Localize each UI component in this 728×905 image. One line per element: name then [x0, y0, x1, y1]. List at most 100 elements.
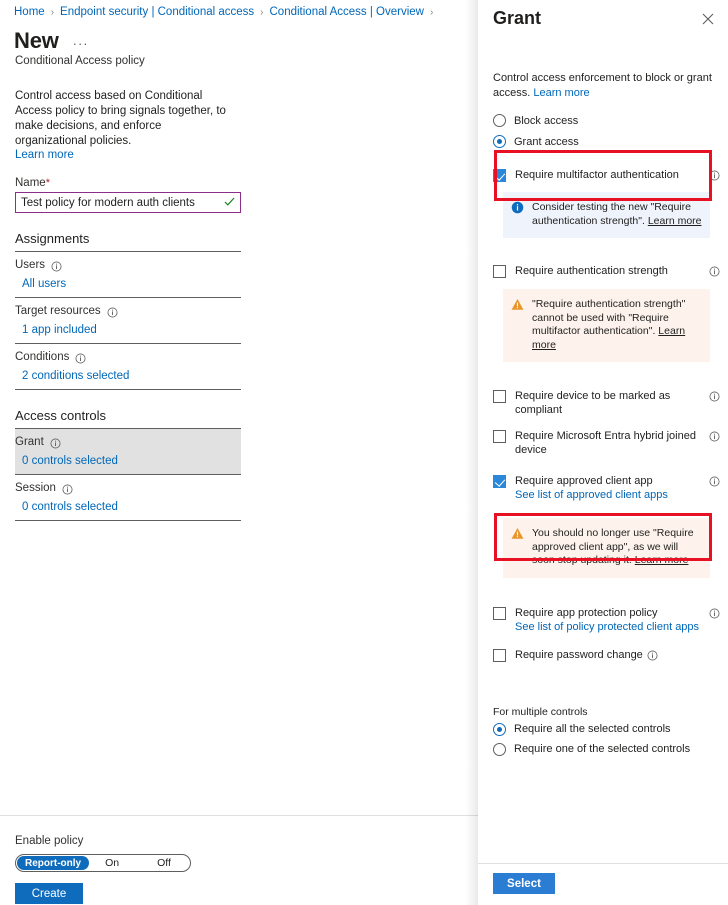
radio-label-block-access: Block access [514, 114, 579, 127]
row-value-target-resources[interactable]: 1 app included [15, 317, 241, 336]
info-circle-icon [511, 201, 524, 214]
warning-triangle-icon [511, 299, 524, 310]
info-icon[interactable] [709, 431, 720, 442]
control-require-multifactor-authentication[interactable]: Require multifactor authentication [478, 168, 728, 182]
row-label-conditions: Conditions [15, 351, 241, 363]
control-require-password-change[interactable]: Require password change [478, 648, 728, 662]
control-label-text: Require app protection policy [515, 606, 658, 619]
multiple-controls-label: For multiple controls [493, 705, 588, 718]
checkbox-indicator-checked[interactable] [493, 475, 506, 488]
grant-description-learn-more-link[interactable]: Learn more [533, 87, 589, 99]
info-icon[interactable] [50, 438, 61, 449]
breadcrumb: Home › Endpoint security | Conditional a… [0, 0, 478, 18]
link-see-policy-protected-client-apps[interactable]: See list of policy protected client apps [515, 620, 705, 634]
app-root: Home › Endpoint security | Conditional a… [0, 0, 728, 905]
row-value-conditions[interactable]: 2 conditions selected [15, 363, 241, 382]
warning-message-text: "Require authentication strength" cannot… [532, 298, 702, 352]
grant-blade-panel: Grant Control access enforcement to bloc… [478, 0, 728, 905]
row-label-text: Session [15, 482, 56, 494]
assignment-row-target-resources[interactable]: Target resources 1 app included [15, 298, 241, 344]
info-icon[interactable] [709, 266, 720, 277]
link-see-approved-client-apps[interactable]: See list of approved client apps [515, 488, 705, 502]
row-label-target-resources: Target resources [15, 305, 241, 317]
control-require-entra-hybrid-joined-device[interactable]: Require Microsoft Entra hybrid joined de… [478, 429, 728, 457]
checkbox-indicator-checked[interactable] [493, 169, 506, 182]
info-message-learn-more-link[interactable]: Learn more [648, 215, 702, 227]
warning-message-learn-more-link[interactable]: Learn more [635, 554, 689, 566]
more-options-icon[interactable]: ··· [73, 37, 89, 50]
info-icon[interactable] [709, 608, 720, 619]
radio-indicator-selected[interactable] [493, 135, 506, 148]
checkbox-indicator[interactable] [493, 430, 506, 443]
name-label-text: Name [15, 177, 46, 189]
radio-indicator-selected[interactable] [493, 722, 506, 736]
radio-block-access[interactable]: Block access [478, 114, 728, 127]
intro-learn-more-link[interactable]: Learn more [0, 149, 478, 161]
toggle-option-off[interactable]: Off [138, 857, 190, 869]
radio-require-one-selected-control[interactable]: Require one of the selected controls [478, 742, 728, 756]
checkbox-indicator[interactable] [493, 606, 506, 620]
row-label-session: Session [15, 482, 241, 494]
row-value-users[interactable]: All users [15, 271, 241, 290]
radio-label-require-all: Require all the selected controls [514, 723, 671, 735]
info-icon[interactable] [709, 476, 720, 487]
info-icon[interactable] [62, 484, 73, 495]
control-label-require-password-change: Require password change [515, 648, 643, 661]
info-message-text: Consider testing the new "Require authen… [532, 201, 702, 228]
info-icon[interactable] [647, 650, 658, 661]
grant-panel-footer: Select [478, 863, 728, 905]
assignment-row-users[interactable]: Users All users [15, 252, 241, 298]
create-button[interactable]: Create [15, 883, 83, 904]
info-icon[interactable] [107, 307, 118, 318]
control-label-require-approved-client-app: Require approved client app See list of … [515, 474, 705, 502]
control-require-device-compliant[interactable]: Require device to be marked as compliant [478, 389, 728, 417]
warning-message-text: You should no longer use "Require approv… [532, 527, 702, 568]
toggle-option-report-only[interactable]: Report-only [17, 856, 90, 870]
name-input-wrapper [15, 192, 241, 213]
breadcrumb-separator-icon: › [260, 6, 264, 18]
info-message-authentication-strength: Consider testing the new "Require authen… [503, 192, 710, 238]
required-marker: * [45, 177, 50, 189]
info-icon[interactable] [75, 353, 86, 364]
select-button[interactable]: Select [493, 873, 555, 894]
policy-form-panel: Home › Endpoint security | Conditional a… [0, 0, 478, 905]
info-icon[interactable] [709, 391, 720, 402]
control-require-app-protection-policy[interactable]: Require app protection policy See list o… [478, 606, 728, 634]
row-value-grant[interactable]: 0 controls selected [15, 448, 241, 467]
control-require-authentication-strength[interactable]: Require authentication strength [478, 264, 728, 278]
breadcrumb-separator-icon: › [50, 6, 55, 18]
radio-grant-access[interactable]: Grant access [478, 135, 728, 148]
row-label-users: Users [15, 259, 241, 271]
access-radio-group: Block access Grant access [478, 114, 728, 148]
breadcrumb-item-home[interactable]: Home [14, 6, 45, 18]
row-label-text: Conditions [15, 351, 70, 363]
access-control-row-session[interactable]: Session 0 controls selected [15, 475, 241, 521]
info-icon[interactable] [51, 261, 62, 272]
radio-indicator[interactable] [493, 742, 506, 756]
checkbox-indicator[interactable] [493, 265, 506, 278]
access-control-row-grant[interactable]: Grant 0 controls selected [15, 429, 241, 475]
breadcrumb-item-endpoint-security[interactable]: Endpoint security | Conditional access [60, 6, 254, 18]
control-label-require-authentication-strength: Require authentication strength [515, 265, 668, 277]
radio-label-grant-access: Grant access [514, 135, 579, 148]
close-icon[interactable] [700, 11, 716, 27]
assignment-row-conditions[interactable]: Conditions 2 conditions selected [15, 344, 241, 390]
radio-indicator[interactable] [493, 114, 506, 127]
checkbox-indicator[interactable] [493, 390, 506, 403]
info-icon[interactable] [709, 170, 720, 181]
grant-panel-title: Grant [493, 8, 542, 28]
breadcrumb-item-conditional-access-overview[interactable]: Conditional Access | Overview [270, 6, 424, 18]
control-require-approved-client-app[interactable]: Require approved client app See list of … [478, 474, 728, 502]
row-value-session[interactable]: 0 controls selected [15, 494, 241, 513]
intro-description: Control access based on Conditional Acce… [15, 90, 226, 147]
radio-require-all-selected-controls[interactable]: Require all the selected controls [478, 722, 728, 736]
radio-label-require-one: Require one of the selected controls [514, 743, 691, 755]
page-subtitle: Conditional Access policy [15, 55, 145, 67]
toggle-option-on[interactable]: On [86, 857, 138, 869]
enable-policy-toggle[interactable]: Report-only On Off [15, 854, 191, 872]
page-title: New [14, 28, 59, 53]
grant-panel-description: Control access enforcement to block or g… [478, 29, 728, 100]
checkbox-indicator[interactable] [493, 648, 506, 662]
control-label-require-device-compliant: Require device to be marked as compliant [515, 390, 671, 416]
name-input[interactable] [16, 193, 240, 212]
